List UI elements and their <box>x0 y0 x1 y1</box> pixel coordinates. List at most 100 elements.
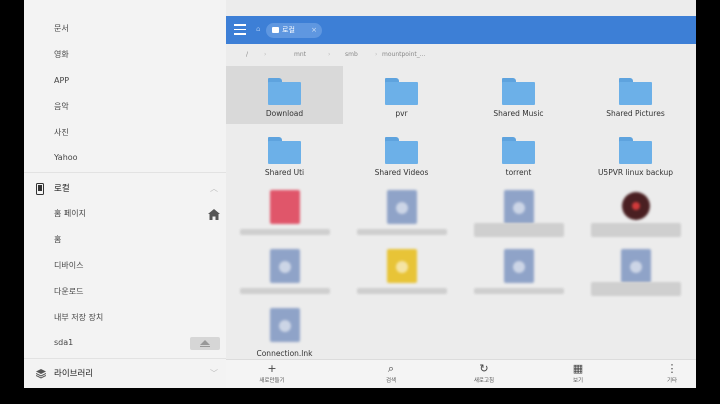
sidebar-item-sda1[interactable]: sda1 <box>24 330 226 356</box>
sidebar-item-label: 다운로드 <box>54 287 84 296</box>
sidebar-item-photos[interactable]: 사진 <box>24 120 226 146</box>
file-label <box>240 288 330 294</box>
file-label <box>474 288 564 294</box>
breadcrumb: / › mnt › smb › mountpoint_... <box>226 44 696 66</box>
folder-item[interactable]: Shared Videos <box>343 125 460 183</box>
folder-icon <box>502 78 535 105</box>
menu-icon[interactable] <box>234 24 246 36</box>
sidebar-item-music[interactable]: 음악 <box>24 94 226 120</box>
more-vertical-icon: ⋮ <box>666 362 678 375</box>
top-bar: ⌂ 로컬 × <box>226 16 696 44</box>
folder-icon <box>268 137 301 164</box>
eject-icon <box>190 336 220 350</box>
chevron-down-icon[interactable]: ﹀ <box>210 359 218 388</box>
folder-icon <box>619 78 652 105</box>
library-icon <box>36 369 46 379</box>
video-file-icon <box>504 249 534 283</box>
file-label <box>357 288 447 294</box>
new-button[interactable]: + 새로만들기 <box>242 360 302 388</box>
folder-label: Download <box>265 109 304 118</box>
close-icon[interactable]: × <box>311 23 317 38</box>
folder-item[interactable]: torrent <box>460 125 577 183</box>
folder-label: Shared Music <box>493 109 544 118</box>
location-chip-label: 로컬 <box>282 26 295 34</box>
eject-button[interactable] <box>190 330 220 356</box>
pdf-file-icon <box>270 190 300 224</box>
breadcrumb-item[interactable]: smb <box>345 51 358 58</box>
video-file-icon <box>621 249 651 283</box>
folder-item[interactable]: Download <box>226 66 343 124</box>
home-icon[interactable]: ⌂ <box>256 25 260 33</box>
plus-icon: + <box>267 362 277 375</box>
sidebar-section-library[interactable]: 라이브러리 ﹀ <box>24 358 226 388</box>
file-item[interactable] <box>226 243 343 301</box>
breadcrumb-item[interactable]: mountpoint_... <box>382 51 426 58</box>
file-item[interactable] <box>343 243 460 301</box>
sidebar-section-label: 로컬 <box>54 184 70 194</box>
video-file-icon <box>270 249 300 283</box>
sidebar-item-label: 홈 <box>54 235 62 244</box>
sidebar-section-label: 라이브러리 <box>54 369 94 379</box>
sidebar-item-homepage[interactable]: 홈 페이지 <box>24 201 226 227</box>
folder-item[interactable]: Shared Music <box>460 66 577 124</box>
sidebar-item-documents[interactable]: 문서 <box>24 16 226 42</box>
file-item[interactable] <box>343 184 460 242</box>
refresh-button[interactable]: ↻ 새로고침 <box>454 360 514 388</box>
sidebar-item-device[interactable]: 디바이스 <box>24 253 226 279</box>
sidebar-item-download[interactable]: 다운로드 <box>24 279 226 305</box>
file-label <box>240 229 330 235</box>
sidebar-item-label: APP <box>54 76 70 85</box>
more-button[interactable]: ⋮ 기타 <box>642 360 696 388</box>
search-button[interactable]: ⌕ 검색 <box>361 360 421 388</box>
file-item[interactable] <box>577 184 694 242</box>
folder-icon <box>502 137 535 164</box>
sidebar-item-internal-storage[interactable]: 내부 저장 장치 <box>24 305 226 331</box>
file-label <box>357 229 447 235</box>
sidebar-item-label: 사진 <box>54 128 69 137</box>
folder-label: U5PVR linux backup <box>597 168 674 177</box>
sidebar-item-label: 내부 저장 장치 <box>54 313 104 322</box>
sidebar-item-label: 홈 페이지 <box>54 209 86 218</box>
view-button-label: 보기 <box>572 378 584 384</box>
sidebar-section-local[interactable]: 로컬 ︿ <box>24 172 226 204</box>
sidebar-item-label: 디바이스 <box>54 261 84 270</box>
folder-icon <box>385 137 418 164</box>
file-item[interactable] <box>577 243 694 301</box>
file-item[interactable] <box>460 243 577 301</box>
refresh-icon: ↻ <box>479 362 489 375</box>
folder-icon <box>272 27 279 33</box>
audio-file-icon <box>387 249 417 283</box>
folder-icon <box>385 78 418 105</box>
sidebar-item-app[interactable]: APP <box>24 68 226 94</box>
file-browser: ⌂ 로컬 × / › mnt › smb › mountpoint_... Do… <box>226 0 696 388</box>
file-item[interactable] <box>226 184 343 242</box>
sidebar-item-label: 영화 <box>54 50 69 59</box>
file-item[interactable]: Connection.lnk <box>226 302 343 360</box>
folder-item[interactable]: Shared Pictures <box>577 66 694 124</box>
chevron-right-icon: › <box>375 51 378 58</box>
folder-item[interactable]: U5PVR linux backup <box>577 125 694 183</box>
breadcrumb-item[interactable]: mnt <box>294 51 306 58</box>
folder-icon <box>268 78 301 105</box>
bottom-toolbar: + 새로만들기 ⌕ 검색 ↻ 새로고침 ▦ 보기 ⋮ 기타 <box>226 359 696 388</box>
chevron-right-icon: › <box>328 51 331 58</box>
new-button-label: 새로만들기 <box>259 378 285 384</box>
home-icon[interactable] <box>208 201 220 227</box>
folder-label: Shared Uti <box>264 168 305 177</box>
video-file-icon <box>504 190 534 224</box>
sidebar-item-label: 음악 <box>54 102 69 111</box>
file-item[interactable] <box>460 184 577 242</box>
sidebar-item-yahoo[interactable]: Yahoo <box>24 145 226 171</box>
music-file-icon <box>621 190 651 224</box>
sidebar-item-movies[interactable]: 영화 <box>24 42 226 68</box>
view-button[interactable]: ▦ 보기 <box>548 360 608 388</box>
location-chip[interactable]: 로컬 × <box>266 23 322 38</box>
file-label <box>591 282 681 296</box>
grid-view-icon: ▦ <box>572 362 584 375</box>
folder-label: torrent <box>505 168 532 177</box>
breadcrumb-item[interactable]: / <box>246 51 248 58</box>
sidebar: 문서 영화 APP 음악 사진 Yahoo 로컬 ︿ 홈 페이지 홈 디바이스 … <box>24 0 226 388</box>
sidebar-item-home[interactable]: 홈 <box>24 227 226 253</box>
folder-item[interactable]: Shared Uti <box>226 125 343 183</box>
folder-item[interactable]: pvr <box>343 66 460 124</box>
